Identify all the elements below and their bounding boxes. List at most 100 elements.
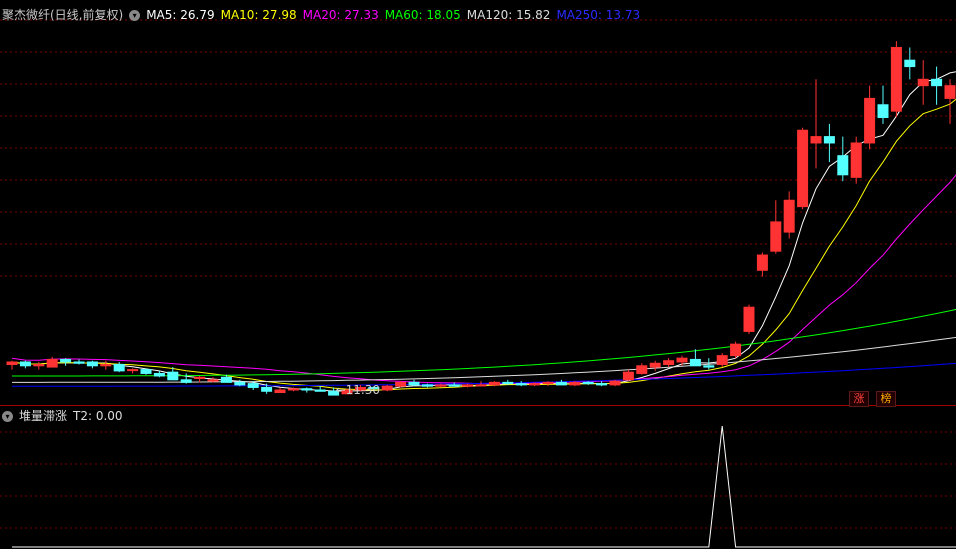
candle-body: [770, 221, 782, 252]
candle-body: [86, 361, 98, 367]
candle: [663, 358, 675, 368]
candle: [60, 358, 72, 366]
candle: [770, 200, 782, 254]
candle-body: [502, 381, 514, 385]
t2-value: T2: 0.00: [73, 409, 123, 423]
ma10-label: MA10: 27.98: [220, 8, 297, 22]
ranking-tag[interactable]: 榜: [876, 391, 896, 407]
dropdown-icon[interactable]: ▾: [2, 411, 13, 422]
candle-body: [220, 376, 232, 383]
candle: [823, 123, 835, 163]
candle-body: [944, 85, 956, 99]
candle-body: [810, 136, 822, 144]
ma120-label: MA120: 15.82: [466, 8, 551, 22]
candle-body: [596, 383, 608, 386]
candle-body: [448, 384, 460, 387]
candle-body: [153, 372, 165, 377]
candle: [6, 360, 18, 370]
candle-body: [663, 360, 675, 366]
candle-body: [194, 376, 206, 380]
candle-body: [555, 381, 567, 386]
rise-tag[interactable]: 涨: [849, 391, 869, 407]
candle: [917, 60, 929, 105]
ma250-label: MA250: 13.73: [556, 8, 641, 22]
ma-line-ma20: [11, 174, 956, 385]
candle-body: [381, 385, 393, 391]
candle-body: [515, 383, 527, 386]
candle: [395, 381, 407, 388]
t2-line: [12, 425, 956, 548]
candle-body: [917, 78, 929, 87]
candle-body: [904, 59, 916, 68]
candle: [140, 368, 152, 375]
candle: [46, 356, 58, 368]
candle-body: [421, 384, 433, 387]
candle-body: [837, 155, 849, 176]
candle: [301, 387, 313, 393]
candle: [274, 387, 286, 394]
candle-body: [261, 386, 273, 392]
candle: [515, 381, 527, 387]
candle: [636, 363, 648, 375]
candle-body: [582, 381, 594, 385]
candle-body: [180, 379, 192, 383]
candle-body: [850, 142, 862, 178]
candle: [609, 379, 621, 387]
candle: [931, 66, 943, 105]
candle: [864, 85, 876, 150]
candle-body: [622, 371, 634, 381]
candle-body: [408, 381, 420, 386]
candle-body: [877, 104, 889, 119]
candle: [676, 355, 688, 366]
candle-body: [127, 369, 139, 372]
candle: [596, 381, 608, 387]
candle: [100, 360, 112, 370]
candle: [261, 383, 273, 394]
candle-body: [314, 389, 326, 392]
candle-body: [730, 343, 742, 357]
candle-body: [395, 381, 407, 387]
candle-body: [703, 365, 715, 368]
candle: [555, 379, 567, 386]
candle-body: [73, 361, 85, 364]
candle-body: [797, 129, 809, 208]
sub-indicator-bar: ▾ 堆量滞涨 T2: 0.00: [2, 407, 129, 425]
sub-indicator-title: 堆量滞涨: [19, 409, 68, 423]
candle-body: [890, 46, 902, 112]
candle: [716, 353, 728, 368]
candle-body: [287, 388, 299, 391]
candle-body: [636, 365, 648, 374]
candle-body: [247, 383, 259, 388]
candle-body: [931, 78, 943, 87]
candle-body: [140, 369, 152, 374]
candle-body: [488, 381, 500, 386]
candle-body: [167, 371, 179, 381]
candle-body: [529, 383, 541, 386]
candle-body: [301, 388, 313, 391]
candle-body: [100, 364, 112, 367]
candle-body: [19, 361, 31, 367]
candle-body: [462, 384, 474, 387]
candle-body: [783, 199, 795, 233]
candle: [850, 136, 862, 184]
candle-body: [743, 306, 755, 332]
main-candlestick-chart[interactable]: ←11.30: [0, 0, 956, 406]
dropdown-icon[interactable]: ▾: [129, 10, 141, 21]
candle: [890, 41, 902, 118]
candle: [743, 304, 755, 334]
candle-body: [475, 384, 487, 387]
ma-line-ma5: [11, 71, 956, 392]
candle: [381, 384, 393, 392]
candle: [730, 341, 742, 359]
candle-body: [823, 136, 835, 144]
candle-body: [689, 358, 701, 367]
candle-body: [676, 357, 688, 363]
ma5-label: MA5: 26.79: [146, 8, 215, 22]
candle: [86, 360, 98, 369]
sub-indicator-chart[interactable]: [0, 406, 956, 549]
candle-body: [864, 97, 876, 144]
candle: [837, 136, 849, 182]
candle-body: [756, 254, 768, 271]
low-price-label: ←11.30: [336, 383, 380, 397]
candle: [622, 369, 634, 382]
